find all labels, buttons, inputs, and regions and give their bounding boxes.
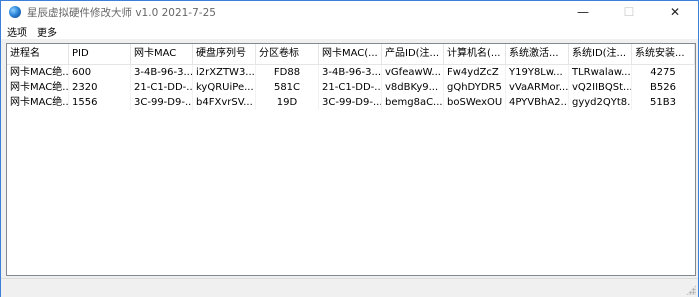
cell-volume-label: 19D [256, 95, 319, 110]
cell-disk-serial: b4FXvrSV... [193, 95, 256, 110]
cell-pid: 2320 [69, 80, 131, 95]
cell-install-date: 4275 [632, 65, 695, 80]
cell-system-id: TLRwalaw... [569, 65, 632, 80]
cell-process-name: 网卡MAC绝... [7, 95, 69, 110]
cell-process-name: 网卡MAC绝... [7, 65, 69, 80]
menu-item-options[interactable]: 选项 [7, 24, 27, 39]
resize-grip-icon[interactable] [686, 285, 696, 295]
column-header-pid[interactable]: PID [69, 44, 131, 64]
column-header-product-id[interactable]: 产品ID(注... [382, 44, 444, 64]
cell-pid: 600 [69, 65, 131, 80]
table-row[interactable]: 网卡MAC绝... 1556 3C-99-D9-... b4FXvrSV... … [7, 95, 695, 110]
cell-system-id: gyyd2QYt8... [569, 95, 632, 110]
cell-system-id: vQ2IIBQSt... [569, 80, 632, 95]
cell-process-name: 网卡MAC绝... [7, 80, 69, 95]
cell-nic-mac: 3C-99-D9-... [131, 95, 193, 110]
cell-activation: Y19Y8Lw... [506, 65, 569, 80]
window-title: 星辰虚拟硬件修改大师 v1.0 2021-7-25 [27, 7, 216, 19]
cell-activation: 4PYVBhA2... [506, 95, 569, 110]
menu-item-more[interactable]: 更多 [37, 24, 57, 39]
cell-volume-label: FD88 [256, 65, 319, 80]
column-header-volume-label[interactable]: 分区卷标 [256, 44, 319, 64]
process-list-view[interactable]: 进程名 PID 网卡MAC 硬盘序列号 分区卷标 网卡MAC(... 产品ID(… [6, 43, 696, 276]
list-header: 进程名 PID 网卡MAC 硬盘序列号 分区卷标 网卡MAC(... 产品ID(… [7, 44, 695, 65]
cell-install-date: B526 [632, 80, 695, 95]
column-header-activation[interactable]: 系统激活... [506, 44, 569, 64]
cell-nic-mac-registry: 3-4B-96-3... [319, 65, 382, 80]
cell-activation: vVaARMor... [506, 80, 569, 95]
cell-nic-mac: 3-4B-96-3... [131, 65, 193, 80]
column-header-computer-name[interactable]: 计算机名(... [444, 44, 506, 64]
title-bar[interactable]: 星辰虚拟硬件修改大师 v1.0 2021-7-25 — ☐ ✕ [1, 1, 698, 23]
menu-bar: 选项 更多 [1, 23, 698, 39]
status-bar [1, 278, 698, 297]
cell-product-id: v8dBKy9... [382, 80, 444, 95]
cell-computer-name: gQhDYDR5 [444, 80, 506, 95]
cell-volume-label: 581C [256, 80, 319, 95]
maximize-button[interactable]: ☐ [606, 1, 652, 23]
cell-disk-serial: i2rXZTW3... [193, 65, 256, 80]
table-row[interactable]: 网卡MAC绝... 600 3-4B-96-3... i2rXZTW3... F… [7, 65, 695, 80]
cell-pid: 1556 [69, 95, 131, 110]
cell-computer-name: boSWexOU [444, 95, 506, 110]
cell-product-id: vGfeawW... [382, 65, 444, 80]
cell-nic-mac-registry: 21-C1-DD-... [319, 80, 382, 95]
column-header-process-name[interactable]: 进程名 [7, 44, 69, 64]
cell-product-id: bemg8aC... [382, 95, 444, 110]
column-header-disk-serial[interactable]: 硬盘序列号 [193, 44, 256, 64]
cell-install-date: 51B3 [632, 95, 695, 110]
cell-nic-mac-registry: 3C-99-D9-... [319, 95, 382, 110]
column-header-nic-mac-registry[interactable]: 网卡MAC(... [319, 44, 382, 64]
close-button[interactable]: ✕ [652, 1, 698, 23]
minimize-button[interactable]: — [560, 1, 606, 23]
cell-computer-name: Fw4ydZcZ [444, 65, 506, 80]
app-globe-icon [9, 6, 21, 18]
column-header-install-date[interactable]: 系统安装... [632, 44, 695, 64]
table-row[interactable]: 网卡MAC绝... 2320 21-C1-DD-... kyQRUiPe... … [7, 80, 695, 95]
column-header-nic-mac[interactable]: 网卡MAC [131, 44, 193, 64]
cell-nic-mac: 21-C1-DD-... [131, 80, 193, 95]
main-window: 星辰虚拟硬件修改大师 v1.0 2021-7-25 — ☐ ✕ 选项 更多 进程… [0, 0, 699, 297]
column-header-system-id[interactable]: 系统ID(注... [569, 44, 632, 64]
cell-disk-serial: kyQRUiPe... [193, 80, 256, 95]
